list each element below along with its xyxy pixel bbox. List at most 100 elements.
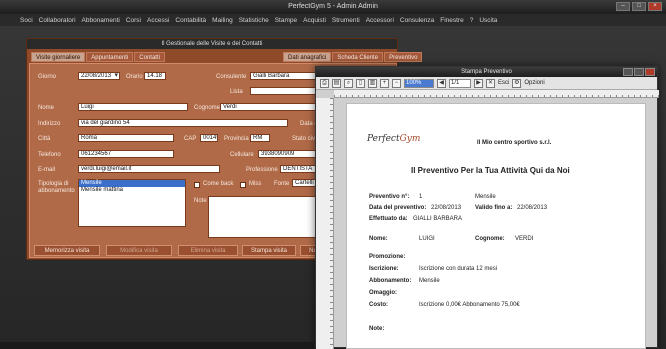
costo-value: Iscrizione 0,00€ Abbonamento 75,00€: [419, 302, 520, 308]
note-label: Note: [194, 198, 207, 204]
abbonamento-list[interactable]: Mensile Mensile mattina: [78, 179, 186, 227]
menu-item-statistiche[interactable]: Statistiche: [239, 17, 269, 24]
tab-scheda-cliente[interactable]: Scheda Cliente: [332, 52, 384, 62]
email-label: E-mail: [38, 167, 56, 173]
email-field[interactable]: verdi.luigi@email.it: [78, 165, 220, 173]
fonte-label: Fonte: [274, 181, 290, 187]
cap-field[interactable]: 00149: [200, 134, 218, 142]
abbonamento-label: Abbonamento:: [369, 278, 412, 284]
preview-heading: Il Preventivo Per la Tua Attività Qui da…: [411, 166, 570, 175]
data-preventivo-label: Data del preventivo:: [369, 205, 427, 211]
status-strip: [0, 342, 315, 349]
zoom-select[interactable]: 100%: [404, 78, 434, 88]
elimina-visita-button[interactable]: Elimina visita: [178, 245, 238, 256]
maximize-icon[interactable]: □: [632, 2, 646, 11]
menu-item-corsi[interactable]: Corsi: [126, 17, 141, 24]
giorno-field[interactable]: 22/08/2013: [78, 72, 120, 80]
preview-title: Stampa Preventivo: [461, 69, 512, 75]
menu-item-collaboratori[interactable]: Collaboratori: [39, 17, 76, 24]
data-preventivo-value: 22/08/2013: [431, 205, 462, 211]
menu-item-contabilita[interactable]: Contabilità: [175, 17, 206, 24]
find-icon[interactable]: ⌕: [344, 78, 353, 88]
preview-toolbar: ⎙ ▤ ⌕ ▯ ▥ + − 100% ◀ 1/1 ▶ ✕ Esci ⚙ Opzi…: [316, 77, 657, 90]
miss-label: Miss: [249, 181, 262, 187]
cap-label: CAP: [184, 136, 197, 142]
come-back-checkbox[interactable]: [194, 182, 200, 188]
provincia-field[interactable]: RM: [250, 134, 270, 142]
menu-item-soci[interactable]: Soci: [20, 17, 33, 24]
menu-item-accessori[interactable]: Accessori: [366, 17, 394, 24]
form-tabs: Visite giornaliere Appuntamenti Contatti: [31, 52, 165, 62]
preventivo-label: Preventivo n°:: [369, 194, 410, 200]
zoom-out-icon[interactable]: −: [392, 78, 401, 88]
orario-label: Orario: [126, 74, 143, 80]
costo-label: Costo:: [369, 302, 388, 308]
print-icon[interactable]: ⎙: [320, 78, 329, 88]
menu-item-mailing[interactable]: Mailing: [212, 17, 233, 24]
miss-checkbox[interactable]: [240, 182, 246, 188]
maximize-icon[interactable]: [634, 68, 644, 76]
options-button[interactable]: Opzioni: [524, 80, 544, 86]
effettuato-value: GIALLI BARBARA: [413, 216, 463, 222]
memorizza-visita-button[interactable]: Memorizza visita: [34, 245, 100, 256]
zoom-in-icon[interactable]: +: [380, 78, 389, 88]
professione-label: Professione: [246, 167, 278, 173]
exit-icon[interactable]: ✕: [486, 78, 495, 88]
menu-item-finestre[interactable]: Finestre: [440, 17, 463, 24]
single-page-icon[interactable]: ▯: [356, 78, 365, 88]
cognome-label-print: Cognome:: [475, 236, 505, 242]
save-icon[interactable]: ▤: [332, 78, 341, 88]
indirizzo-label: Indirizzo: [38, 121, 61, 127]
exit-button[interactable]: Esci: [498, 80, 509, 86]
list-item[interactable]: Mensile mattina: [79, 187, 185, 194]
citta-field[interactable]: Roma: [78, 134, 174, 142]
menu-item-help[interactable]: ?: [470, 17, 474, 24]
options-icon[interactable]: ⚙: [512, 78, 522, 88]
effettuato-label: Effettuato da:: [369, 216, 408, 222]
orario-field[interactable]: 14.18: [144, 72, 166, 80]
indirizzo-field[interactable]: via del giardino 54: [78, 119, 288, 127]
menu-item-accessi[interactable]: Accessi: [147, 17, 169, 24]
horizontal-ruler: [334, 90, 659, 98]
menu-item-stampe[interactable]: Stampe: [275, 17, 297, 24]
next-page-icon[interactable]: ▶: [474, 78, 483, 88]
tab-appuntamenti[interactable]: Appuntamenti: [86, 52, 134, 62]
modifica-visita-button[interactable]: Modifica visita: [106, 245, 172, 256]
list-item[interactable]: Mensile: [79, 180, 185, 187]
minimize-icon[interactable]: –: [616, 2, 630, 11]
tab-preventivo[interactable]: Preventivo: [384, 52, 423, 62]
cognome-field[interactable]: Verdi: [220, 103, 326, 111]
note-label-print: Note:: [369, 326, 385, 332]
prev-page-icon[interactable]: ◀: [437, 78, 446, 88]
menu-item-consulenza[interactable]: Consulenza: [400, 17, 434, 24]
tab-dati-anagrafici[interactable]: Dati anagrafici: [283, 52, 332, 62]
preview-page: PerfectGym Il Mio centro sportivo s.r.l.…: [346, 103, 646, 349]
telefono-label: Telefono: [38, 152, 61, 158]
valido-value: 22/08/2013: [517, 205, 548, 211]
close-icon[interactable]: ×: [648, 2, 662, 11]
multi-page-icon[interactable]: ▥: [368, 78, 377, 88]
lista-label: Lista: [230, 89, 243, 95]
menu-item-strumenti[interactable]: Strumenti: [332, 17, 360, 24]
stampa-visita-button[interactable]: Stampa visita: [242, 245, 296, 256]
perfectgym-logo: PerfectGym: [367, 134, 420, 144]
minimize-icon[interactable]: [623, 68, 633, 76]
menu-item-acquisti[interactable]: Acquisti: [303, 17, 326, 24]
menu-item-uscita[interactable]: Uscita: [479, 17, 497, 24]
note-textarea[interactable]: [208, 196, 326, 238]
iscrizione-value: Iscrizione con durata 12 mesi: [419, 266, 498, 272]
page-field[interactable]: 1/1: [449, 78, 471, 88]
tab-visite-giornaliere[interactable]: Visite giornaliere: [31, 52, 86, 62]
abbonamento-value: Mensile: [419, 278, 440, 284]
tab-contatti[interactable]: Contatti: [134, 52, 165, 62]
telefono-field[interactable]: 061234567: [78, 150, 174, 158]
omaggio-label: Omaggio:: [369, 290, 397, 296]
nome-value-print: LUIGI: [419, 236, 435, 242]
close-icon[interactable]: [645, 68, 655, 76]
menu-item-abbonamenti[interactable]: Abbonamenti: [82, 17, 120, 24]
print-preview-window: Stampa Preventivo ⎙ ▤ ⌕ ▯ ▥ + − 100% ◀ 1…: [315, 66, 659, 349]
consulente-label: Consulente: [216, 74, 247, 80]
cognome-value-print: VERDI: [515, 236, 534, 242]
preventivo-value: 1: [419, 194, 423, 200]
nome-field[interactable]: Luigi: [78, 103, 188, 111]
